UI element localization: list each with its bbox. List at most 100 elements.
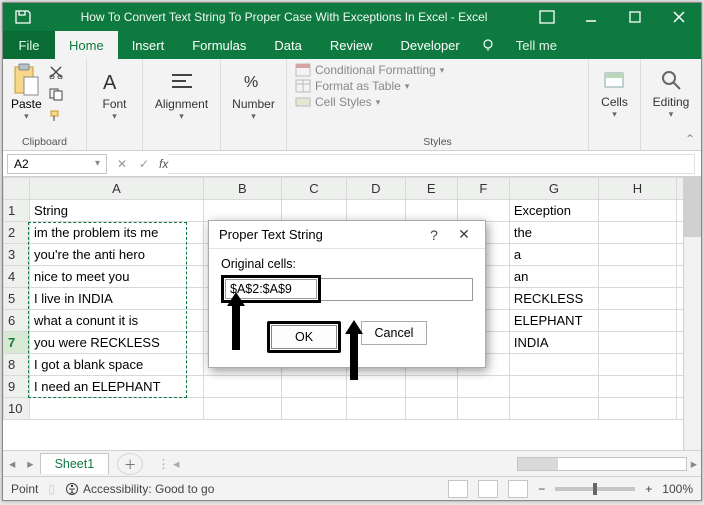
row-header[interactable]: 10 bbox=[4, 398, 30, 420]
cell[interactable] bbox=[457, 200, 509, 222]
col-header-D[interactable]: D bbox=[347, 178, 406, 200]
number-group-button[interactable]: % Number ▾ bbox=[229, 63, 278, 126]
cell[interactable] bbox=[598, 200, 676, 222]
zoom-in-icon[interactable]: + bbox=[645, 482, 652, 496]
cell[interactable] bbox=[598, 288, 676, 310]
cancel-button[interactable]: Cancel bbox=[361, 321, 427, 345]
paste-button[interactable]: Paste ▾ bbox=[11, 63, 42, 122]
row-header[interactable]: 9 bbox=[4, 376, 30, 398]
col-header-A[interactable]: A bbox=[30, 178, 204, 200]
maximize-button[interactable] bbox=[613, 3, 657, 31]
name-box[interactable]: A2 ▾ bbox=[7, 154, 107, 174]
enter-formula-icon[interactable]: ✓ bbox=[133, 157, 155, 171]
col-header-G[interactable]: G bbox=[509, 178, 598, 200]
view-normal-icon[interactable] bbox=[448, 480, 468, 498]
cell[interactable] bbox=[281, 376, 346, 398]
cell[interactable]: im the problem its me bbox=[30, 222, 204, 244]
row-header[interactable]: 2 bbox=[4, 222, 30, 244]
format-painter-icon[interactable] bbox=[48, 109, 64, 128]
row-header[interactable]: 4 bbox=[4, 266, 30, 288]
tab-review[interactable]: Review bbox=[316, 31, 387, 59]
cell[interactable]: String bbox=[30, 200, 204, 222]
sheet-nav-next-icon[interactable]: ▸ bbox=[21, 456, 39, 471]
view-page-layout-icon[interactable] bbox=[478, 480, 498, 498]
view-page-break-icon[interactable] bbox=[508, 480, 528, 498]
cell[interactable]: INDIA bbox=[509, 332, 598, 354]
copy-icon[interactable] bbox=[48, 87, 64, 106]
ok-button[interactable]: OK bbox=[271, 325, 337, 349]
cell[interactable] bbox=[203, 200, 281, 222]
sheet-tab[interactable]: Sheet1 bbox=[40, 453, 110, 474]
cell[interactable]: an bbox=[509, 266, 598, 288]
select-all-corner[interactable] bbox=[4, 178, 30, 200]
row-header[interactable]: 5 bbox=[4, 288, 30, 310]
cancel-formula-icon[interactable]: ✕ bbox=[111, 157, 133, 171]
close-button[interactable] bbox=[657, 3, 701, 31]
cell[interactable]: I live in INDIA bbox=[30, 288, 204, 310]
cell[interactable]: nice to meet you bbox=[30, 266, 204, 288]
cell[interactable] bbox=[281, 200, 346, 222]
zoom-level[interactable]: 100% bbox=[662, 482, 693, 496]
cell[interactable]: what a conunt it is bbox=[30, 310, 204, 332]
cell[interactable] bbox=[509, 398, 598, 420]
file-tab[interactable]: File bbox=[3, 31, 55, 59]
cell[interactable] bbox=[598, 354, 676, 376]
cell[interactable] bbox=[405, 200, 457, 222]
cells-group-button[interactable]: Cells ▾ bbox=[597, 63, 632, 124]
cell[interactable] bbox=[281, 398, 346, 420]
row-header[interactable]: 7 bbox=[4, 332, 30, 354]
col-header-B[interactable]: B bbox=[203, 178, 281, 200]
cell[interactable] bbox=[598, 332, 676, 354]
cell[interactable] bbox=[405, 398, 457, 420]
original-cells-input-ext[interactable] bbox=[321, 278, 473, 301]
minimize-button[interactable] bbox=[569, 3, 613, 31]
cell[interactable]: the bbox=[509, 222, 598, 244]
row-header[interactable]: 6 bbox=[4, 310, 30, 332]
cell[interactable]: you were RECKLESS bbox=[30, 332, 204, 354]
cell[interactable] bbox=[598, 244, 676, 266]
cell[interactable]: a bbox=[509, 244, 598, 266]
zoom-out-icon[interactable]: − bbox=[538, 482, 545, 496]
format-as-table-button[interactable]: Format as Table▾ bbox=[295, 79, 580, 93]
cell[interactable] bbox=[509, 354, 598, 376]
conditional-formatting-button[interactable]: Conditional Formatting▾ bbox=[295, 63, 580, 77]
cell[interactable]: I need an ELEPHANT bbox=[30, 376, 204, 398]
cell[interactable] bbox=[405, 376, 457, 398]
cell[interactable] bbox=[347, 398, 406, 420]
cut-icon[interactable] bbox=[48, 65, 64, 84]
cell[interactable] bbox=[457, 398, 509, 420]
ribbon-display-icon[interactable] bbox=[525, 3, 569, 31]
row-header[interactable]: 3 bbox=[4, 244, 30, 266]
dialog-close-button[interactable]: ✕ bbox=[449, 226, 479, 243]
fx-icon[interactable]: fx bbox=[159, 157, 168, 171]
cell[interactable] bbox=[598, 266, 676, 288]
col-header-F[interactable]: F bbox=[457, 178, 509, 200]
add-sheet-button[interactable]: ＋ bbox=[117, 453, 143, 475]
cell[interactable]: I got a blank space bbox=[30, 354, 204, 376]
cell[interactable] bbox=[203, 376, 281, 398]
tab-formulas[interactable]: Formulas bbox=[178, 31, 260, 59]
col-header-E[interactable]: E bbox=[405, 178, 457, 200]
tab-home[interactable]: Home bbox=[55, 31, 118, 59]
sheet-nav-prev-icon[interactable]: ◂ bbox=[3, 456, 21, 471]
accessibility-status[interactable]: Accessibility: Good to go bbox=[65, 482, 214, 496]
cell[interactable] bbox=[457, 376, 509, 398]
cell-styles-button[interactable]: Cell Styles▾ bbox=[295, 95, 580, 109]
cell[interactable] bbox=[598, 398, 676, 420]
tab-developer[interactable]: Developer bbox=[386, 31, 473, 59]
cell[interactable]: Exception bbox=[509, 200, 598, 222]
cell[interactable] bbox=[598, 222, 676, 244]
cell[interactable] bbox=[509, 376, 598, 398]
cell[interactable] bbox=[598, 310, 676, 332]
cell[interactable] bbox=[347, 200, 406, 222]
formula-input[interactable] bbox=[168, 154, 695, 174]
row-header[interactable]: 1 bbox=[4, 200, 30, 222]
dialog-help-button[interactable]: ? bbox=[419, 227, 449, 243]
cell[interactable]: ELEPHANT bbox=[509, 310, 598, 332]
cell[interactable]: RECKLESS bbox=[509, 288, 598, 310]
col-header-H[interactable]: H bbox=[598, 178, 676, 200]
tell-me[interactable]: Tell me bbox=[502, 31, 571, 59]
row-header[interactable]: 8 bbox=[4, 354, 30, 376]
cell[interactable] bbox=[203, 398, 281, 420]
cell[interactable] bbox=[598, 376, 676, 398]
